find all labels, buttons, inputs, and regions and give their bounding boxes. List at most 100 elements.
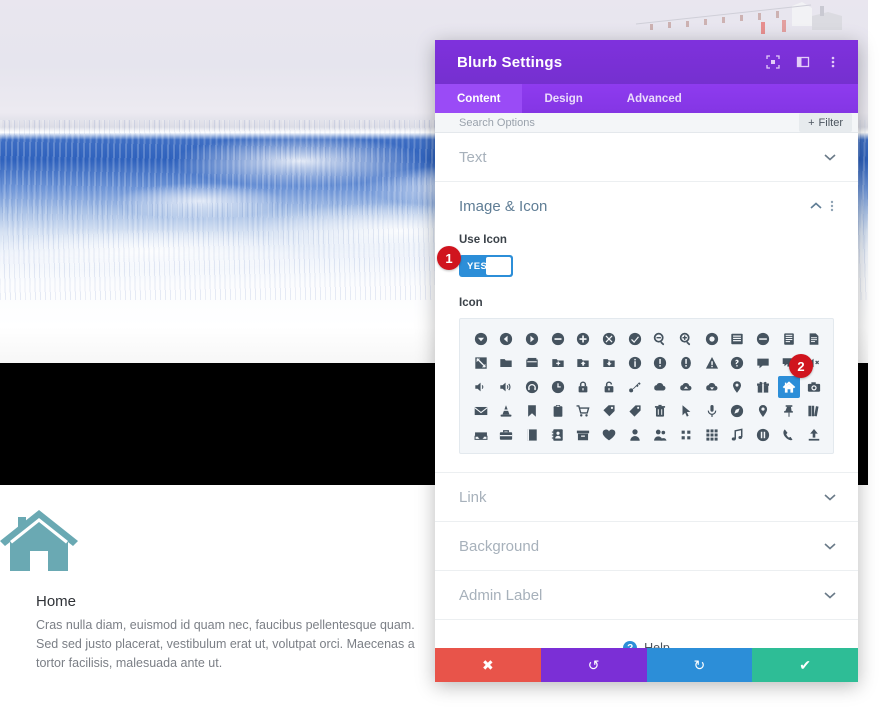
map-pin-icon[interactable] xyxy=(752,400,774,422)
users-icon[interactable] xyxy=(649,424,671,446)
section-background-header[interactable]: Background xyxy=(435,522,858,570)
modal-tabs: Content Design Advanced xyxy=(435,84,858,113)
lock-icon[interactable] xyxy=(572,376,594,398)
list-box-icon[interactable] xyxy=(726,328,748,350)
grid-nine-icon[interactable] xyxy=(701,424,723,446)
microphone-icon[interactable] xyxy=(701,400,723,422)
undo-button[interactable]: ↺ xyxy=(540,648,647,682)
inbox-icon[interactable] xyxy=(470,424,492,446)
pause-circle-icon[interactable] xyxy=(752,424,774,446)
cursor-icon[interactable] xyxy=(675,400,697,422)
plus-circle-icon[interactable] xyxy=(572,328,594,350)
comment-icon[interactable] xyxy=(752,352,774,374)
minus-circle-icon[interactable] xyxy=(547,328,569,350)
chevron-down-icon[interactable] xyxy=(824,542,840,550)
pin-drop-icon[interactable] xyxy=(726,376,748,398)
tag-alt-icon[interactable] xyxy=(624,400,646,422)
question-circle-icon[interactable] xyxy=(726,352,748,374)
camera-icon[interactable] xyxy=(803,376,825,398)
cloud-download-icon[interactable] xyxy=(701,376,723,398)
tab-advanced[interactable]: Advanced xyxy=(605,84,704,113)
folder-icon[interactable] xyxy=(495,352,517,374)
books-icon[interactable] xyxy=(803,400,825,422)
clipboard-icon[interactable] xyxy=(547,400,569,422)
resize-diagonal-icon[interactable] xyxy=(470,352,492,374)
cart-icon[interactable] xyxy=(572,400,594,422)
tag-icon[interactable] xyxy=(598,400,620,422)
exclamation-oval-icon[interactable] xyxy=(675,352,697,374)
folder-plus-icon[interactable] xyxy=(547,352,569,374)
music-note-icon[interactable] xyxy=(726,424,748,446)
folder-up-icon[interactable] xyxy=(572,352,594,374)
section-link: Link xyxy=(435,473,858,522)
gift-icon[interactable] xyxy=(752,376,774,398)
key-icon[interactable] xyxy=(624,376,646,398)
cloud-icon[interactable] xyxy=(649,376,671,398)
section-background-label: Background xyxy=(459,537,540,555)
info-circle-icon[interactable] xyxy=(624,352,646,374)
chevron-left-circle-icon[interactable] xyxy=(495,328,517,350)
pushpin-icon[interactable] xyxy=(778,400,800,422)
tab-content[interactable]: Content xyxy=(435,84,523,113)
cancel-button[interactable]: ✖ xyxy=(435,648,541,682)
search-input[interactable] xyxy=(459,116,739,129)
folder-down-icon[interactable] xyxy=(598,352,620,374)
unlock-icon[interactable] xyxy=(598,376,620,398)
chevron-up-icon[interactable] xyxy=(810,202,826,210)
volume-low-icon[interactable] xyxy=(470,376,492,398)
use-icon-toggle[interactable]: YES xyxy=(459,255,513,277)
envelope-icon[interactable] xyxy=(470,400,492,422)
trash-icon[interactable] xyxy=(649,400,671,422)
blurb-body-text: Cras nulla diam, euismod id quam nec, fa… xyxy=(36,618,415,670)
home-icon-selected[interactable] xyxy=(777,376,800,398)
document-lines-icon[interactable] xyxy=(803,328,825,350)
warning-triangle-icon[interactable] xyxy=(701,352,723,374)
chevron-down-icon[interactable] xyxy=(824,153,840,161)
headphones-icon[interactable] xyxy=(521,376,543,398)
cloud-upload-icon[interactable] xyxy=(675,376,697,398)
plus-icon: + xyxy=(808,116,815,129)
redo-button[interactable]: ↻ xyxy=(646,648,753,682)
upload-icon[interactable] xyxy=(803,424,825,446)
section-link-header[interactable]: Link xyxy=(435,473,858,521)
briefcase-icon[interactable] xyxy=(495,424,517,446)
archive-box-icon[interactable] xyxy=(572,424,594,446)
more-vertical-icon[interactable] xyxy=(820,49,846,75)
exclamation-circle-icon[interactable] xyxy=(649,352,671,374)
heart-icon[interactable] xyxy=(598,424,620,446)
folder-open-icon[interactable] xyxy=(521,352,543,374)
help-row[interactable]: ? Help xyxy=(435,620,858,648)
layout-panel-icon[interactable] xyxy=(790,49,816,75)
check-circle-icon[interactable] xyxy=(624,328,646,350)
traffic-cone-icon[interactable] xyxy=(495,400,517,422)
zoom-in-icon[interactable] xyxy=(675,328,697,350)
text-lines-box-icon[interactable] xyxy=(778,328,800,350)
section-image-icon-header[interactable]: Image & Icon xyxy=(435,182,858,230)
section-text-header[interactable]: Text xyxy=(435,133,858,181)
book-icon[interactable] xyxy=(521,424,543,446)
compass-icon[interactable] xyxy=(726,400,748,422)
chevron-right-circle-icon[interactable] xyxy=(521,328,543,350)
record-circle-icon[interactable] xyxy=(701,328,723,350)
fullscreen-icon[interactable] xyxy=(760,49,786,75)
address-book-icon[interactable] xyxy=(547,424,569,446)
clock-icon[interactable] xyxy=(547,376,569,398)
grid-four-icon[interactable] xyxy=(675,424,697,446)
chevron-down-circle-icon[interactable] xyxy=(470,328,492,350)
save-button[interactable]: ✔ xyxy=(752,648,858,682)
modal-title: Blurb Settings xyxy=(457,53,563,71)
screen: Home Cras nulla diam, euismod id quam ne… xyxy=(0,0,880,708)
x-circle-icon[interactable] xyxy=(598,328,620,350)
section-admin-label-header[interactable]: Admin Label xyxy=(435,571,858,619)
user-icon[interactable] xyxy=(624,424,646,446)
minus-box-icon[interactable] xyxy=(752,328,774,350)
chevron-down-icon[interactable] xyxy=(824,493,840,501)
chevron-down-icon[interactable] xyxy=(824,591,840,599)
tab-design[interactable]: Design xyxy=(522,84,604,113)
bookmark-icon[interactable] xyxy=(521,400,543,422)
zoom-out-icon[interactable] xyxy=(649,328,671,350)
section-more-vertical-icon[interactable] xyxy=(826,199,840,213)
phone-icon[interactable] xyxy=(778,424,800,446)
volume-high-icon[interactable] xyxy=(495,376,517,398)
filter-button[interactable]: + Filter xyxy=(799,113,852,132)
